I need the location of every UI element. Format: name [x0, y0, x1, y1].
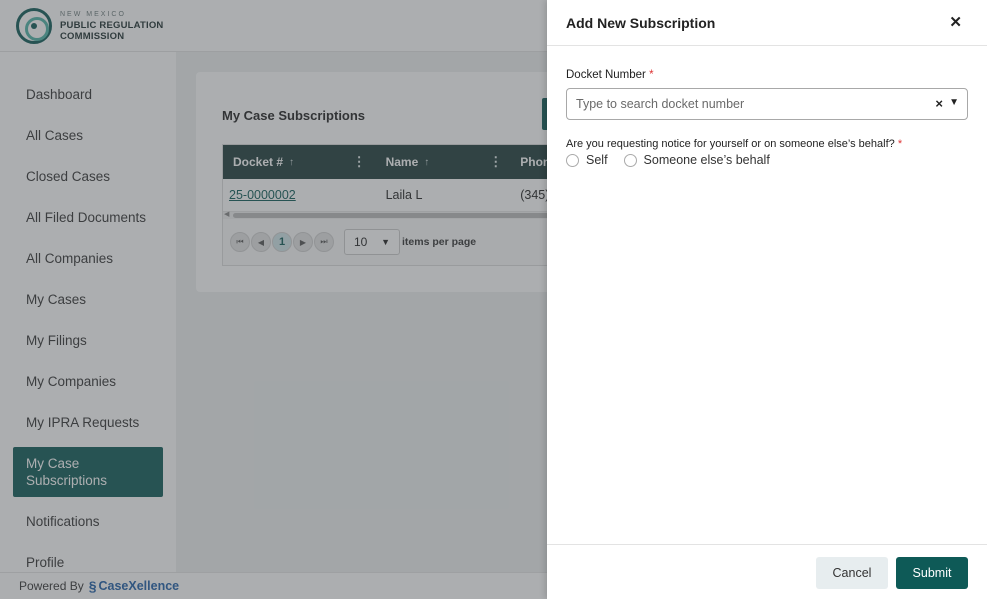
required-mark: *: [649, 69, 654, 81]
notice-question-label: Are you requesting notice for yourself o…: [566, 138, 902, 150]
radio-someone-else[interactable]: [623, 153, 637, 167]
radio-self[interactable]: [566, 153, 579, 167]
submit-button[interactable]: Submit: [896, 557, 968, 589]
docket-number-label: Docket Number *: [566, 69, 654, 81]
docket-number-placeholder: Type to search docket number: [576, 97, 745, 111]
drawer-header: Add New Subscription ✕: [547, 0, 987, 46]
docket-number-combobox[interactable]: Type to search docket number × ▼: [566, 88, 968, 120]
cancel-button[interactable]: Cancel: [816, 557, 888, 589]
modal-backdrop[interactable]: [0, 0, 547, 599]
notice-question-text: Are you requesting notice for yourself o…: [566, 138, 895, 150]
close-icon[interactable]: ✕: [949, 13, 962, 31]
app: NEW MEXICO PUBLIC REGULATION COMMISSION …: [0, 0, 987, 599]
add-subscription-drawer: Add New Subscription ✕ Docket Number * T…: [547, 0, 987, 599]
drawer-title: Add New Subscription: [566, 14, 716, 31]
drawer-footer: Cancel Submit: [547, 544, 987, 599]
docket-number-label-text: Docket Number: [566, 69, 646, 81]
chevron-down-icon[interactable]: ▼: [949, 97, 959, 108]
radio-someone-else-label[interactable]: Someone else’s behalf: [644, 153, 770, 167]
required-mark: *: [897, 138, 903, 150]
notice-radio-group: Self Someone else’s behalf: [566, 153, 786, 167]
clear-icon[interactable]: ×: [935, 96, 943, 111]
radio-self-label[interactable]: Self: [586, 153, 608, 167]
